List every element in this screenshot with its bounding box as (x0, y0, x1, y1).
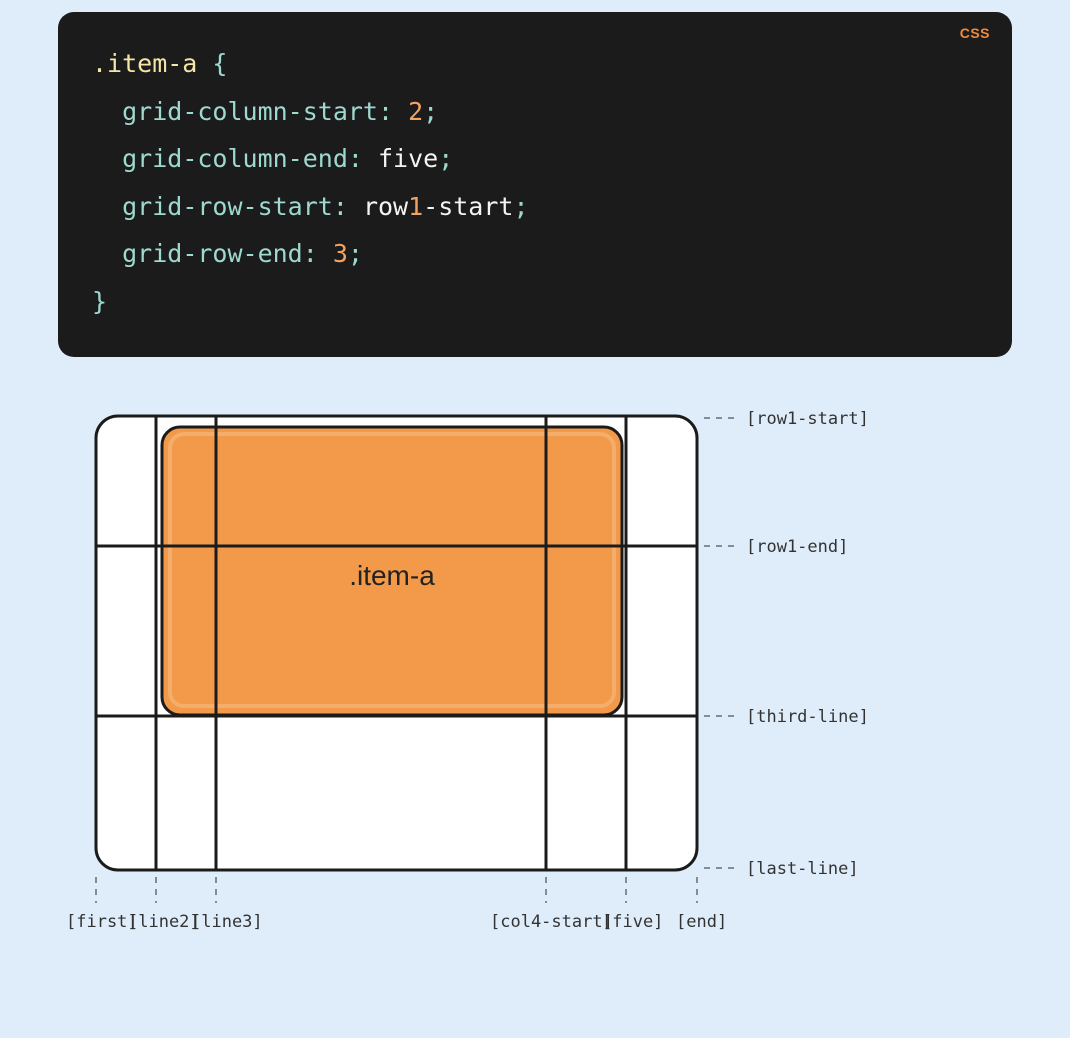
grid-item-a-label: .item-a (349, 560, 435, 591)
code-prop-1: grid-column-end (122, 144, 348, 173)
col-label-4: [five] (602, 912, 663, 932)
code-content: .item-a { grid-column-start: 2; grid-col… (92, 40, 978, 325)
code-prop-2: grid-row-start (122, 192, 333, 221)
grid-diagram: .item-a [row1-start] [row1-end] [third-l… (58, 411, 1012, 971)
grid-diagram-svg: .item-a [row1-start] [row1-end] [third-l… (58, 411, 1018, 971)
row-label-0: [row1-start] (746, 411, 869, 429)
row-labels: [row1-start] [row1-end] [third-line] [la… (704, 411, 869, 879)
col-label-5: [end] (676, 912, 727, 932)
row-label-1: [row1-end] (746, 537, 848, 557)
code-open-brace: { (197, 49, 227, 78)
col-label-1: [line2] (128, 912, 200, 932)
code-prop-3: grid-row-end (122, 239, 303, 268)
col-labels: [first] [line2] [line3] [col4-start] [fi… (66, 877, 727, 932)
code-prop-0: grid-column-start (122, 97, 378, 126)
code-close-brace: } (92, 287, 107, 316)
css-code-block: CSS .item-a { grid-column-start: 2; grid… (58, 12, 1012, 357)
row-label-2: [third-line] (746, 707, 869, 727)
row-label-3: [last-line] (746, 859, 859, 879)
col-label-0: [first] (66, 912, 138, 932)
col-label-3: [col4-start] (490, 912, 613, 932)
col-label-2: [line3] (191, 912, 263, 932)
language-badge: CSS (960, 25, 990, 41)
code-selector: .item-a (92, 49, 197, 78)
